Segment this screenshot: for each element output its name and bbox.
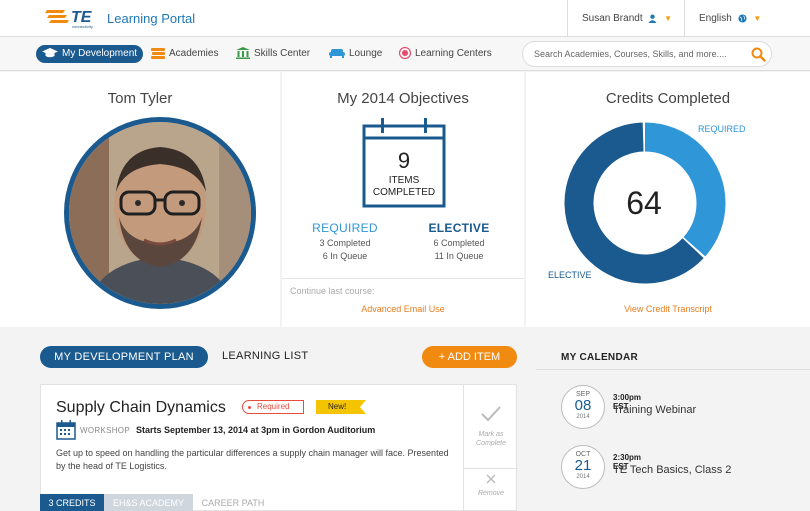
profile-name: Tom Tyler — [107, 90, 173, 107]
portal-title[interactable]: Learning Portal — [107, 11, 195, 26]
elective-legend-label: ELECTIVE — [548, 270, 592, 280]
user-menu[interactable]: Susan Brandt ▼ — [582, 13, 672, 24]
event-day: 21 — [574, 457, 592, 474]
language-label: English — [699, 13, 732, 24]
view-transcript-link[interactable]: View Credit Transcript — [526, 304, 810, 314]
te-logo-icon[interactable]: TE connectivity — [45, 6, 101, 30]
elective-queue: 11 In Queue — [434, 251, 484, 261]
continue-course-link[interactable]: Advanced Email Use — [282, 304, 524, 314]
checkmark-icon — [481, 406, 501, 422]
credits-total: 64 — [626, 185, 662, 221]
divider — [536, 369, 810, 370]
event-date-badge: OCT 21 2014 — [561, 445, 605, 489]
event-year: 2014 — [576, 414, 590, 420]
search-icon[interactable] — [751, 47, 766, 62]
mark-as-text: Mark as — [478, 431, 504, 438]
course-title[interactable]: Supply Chain Dynamics — [56, 399, 226, 417]
card-actions: Mark as Complete Remove — [463, 385, 518, 510]
event-name: Training Webinar — [613, 404, 697, 416]
main-nav: My Development Academies Skills Center L… — [0, 37, 810, 71]
target-icon — [398, 47, 412, 60]
items-completed-count: 9 — [397, 148, 411, 173]
nav-learning-centers[interactable]: Learning Centers — [398, 45, 492, 63]
required-badge: Required — [242, 400, 305, 414]
event-name: TE Tech Basics, Class 2 — [613, 464, 732, 476]
remove-label: Remove — [477, 490, 505, 497]
tab-learning-list[interactable]: LEARNING LIST — [222, 350, 308, 362]
complete-text: Complete — [476, 440, 506, 447]
language-menu[interactable]: English ▼ — [699, 13, 761, 24]
nav-label: Lounge — [349, 48, 383, 59]
dot-icon — [248, 406, 251, 409]
search-box — [522, 41, 772, 67]
user-icon — [648, 14, 657, 23]
avatar[interactable] — [64, 117, 256, 309]
mark-complete-label: Mark as Complete — [464, 430, 518, 448]
event-date-badge: SEP 08 2014 — [561, 385, 605, 429]
course-card: Supply Chain Dynamics Required New! WORK… — [40, 384, 518, 511]
nav-label: My Development — [62, 48, 138, 59]
course-date: Starts September 13, 2014 at 3pm in Gord… — [136, 425, 376, 435]
graduation-cap-icon — [42, 48, 58, 58]
add-item-button[interactable]: + ADD ITEM — [422, 346, 517, 368]
globe-icon — [738, 14, 747, 23]
elective-objectives: ELECTIVE 6 Completed 11 In Queue — [409, 221, 509, 261]
required-completed: 3 Completed — [319, 238, 371, 248]
required-label: REQUIRED — [312, 221, 378, 235]
career-path-tag[interactable]: CAREER PATH — [193, 494, 273, 511]
nav-academies[interactable]: Academies — [151, 45, 218, 63]
items-completed-label: ITEMS COMPLETED — [362, 175, 446, 199]
sofa-icon — [329, 49, 345, 59]
divider — [282, 278, 524, 279]
close-icon — [486, 474, 496, 484]
new-badge: New! — [316, 400, 366, 414]
tab-my-development-plan[interactable]: MY DEVELOPMENT PLAN — [40, 346, 208, 368]
event-year: 2014 — [576, 474, 590, 480]
top-header: TE connectivity Learning Portal Susan Br… — [0, 0, 810, 37]
nav-label: Learning Centers — [415, 48, 492, 59]
course-type: WORKSHOP — [80, 426, 130, 435]
completed-label: COMPLETED — [372, 187, 436, 198]
credits-tag[interactable]: 3 CREDITS — [40, 494, 104, 511]
elective-label: ELECTIVE — [428, 221, 490, 235]
my-calendar-title: MY CALENDAR — [561, 352, 639, 363]
continue-label: Continue last course: — [290, 286, 375, 296]
objectives-title: My 2014 Objectives — [337, 90, 469, 107]
nav-lounge[interactable]: Lounge — [329, 45, 382, 63]
search-input[interactable] — [534, 49, 744, 59]
books-icon — [151, 47, 165, 59]
chevron-down-icon: ▼ — [753, 14, 762, 23]
remove-button[interactable]: Remove — [464, 471, 518, 497]
required-queue: 6 In Queue — [322, 251, 368, 261]
mark-complete-button[interactable]: Mark as Complete — [464, 385, 518, 469]
nav-label: Academies — [169, 48, 219, 59]
header-divider — [684, 0, 685, 37]
header-divider — [567, 0, 568, 37]
user-name: Susan Brandt — [582, 13, 643, 24]
required-badge-label: Required — [257, 402, 290, 411]
nav-skills-center[interactable]: Skills Center — [236, 45, 310, 63]
credits-title: Credits Completed — [605, 90, 731, 107]
profile-photo — [69, 122, 251, 304]
event-day: 08 — [574, 397, 592, 414]
required-objectives: REQUIRED 3 Completed 6 In Queue — [295, 221, 395, 261]
nav-my-development[interactable]: My Development — [36, 45, 143, 63]
elective-completed: 6 Completed — [433, 238, 485, 248]
chevron-down-icon: ▼ — [664, 14, 673, 23]
items-label: ITEMS — [388, 175, 420, 186]
calendar-icon — [56, 420, 76, 440]
credits-panel: Credits Completed 64 REQUIRED ELECTIVE V… — [526, 72, 810, 327]
building-icon — [236, 47, 250, 60]
logo-subtext: connectivity — [72, 24, 93, 29]
required-legend-label: REQUIRED — [698, 124, 746, 134]
profile-panel: Tom Tyler — [0, 72, 280, 327]
course-description: Get up to speed on handling the particul… — [56, 448, 449, 471]
objectives-panel: My 2014 Objectives 9 ITEMS COMPLETED REQ… — [282, 72, 524, 327]
academy-tag[interactable]: EH&S ACADEMY — [104, 494, 193, 511]
nav-label: Skills Center — [254, 48, 311, 59]
